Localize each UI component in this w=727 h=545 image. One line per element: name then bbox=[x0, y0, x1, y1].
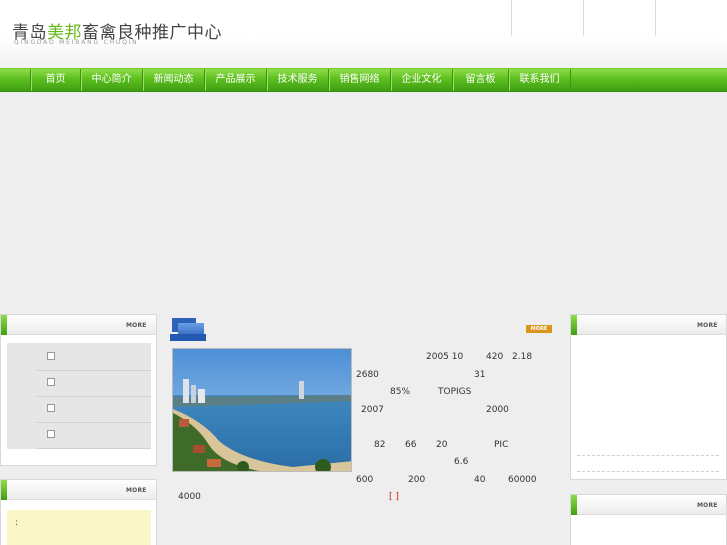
right-panel-bottom: MORE bbox=[570, 494, 727, 545]
intro-text: 6.6 bbox=[454, 457, 469, 467]
coastline-image bbox=[173, 349, 351, 471]
divider bbox=[577, 471, 719, 472]
nav-item-news[interactable]: 新闻动态 bbox=[142, 69, 204, 91]
panel-tab-marker bbox=[571, 315, 577, 335]
list-area bbox=[7, 343, 151, 449]
checkbox[interactable] bbox=[47, 352, 55, 360]
checkbox[interactable] bbox=[47, 404, 55, 412]
checkbox[interactable] bbox=[47, 430, 55, 438]
list-item[interactable] bbox=[37, 345, 151, 371]
more-link[interactable]: MORE bbox=[697, 322, 718, 329]
intro-text: 40 bbox=[474, 475, 486, 485]
intro-text: 20 bbox=[436, 440, 448, 450]
header-divider bbox=[511, 0, 512, 36]
panel-header: MORE bbox=[571, 495, 726, 515]
intro-text: PIC bbox=[494, 440, 509, 450]
panel-tab-marker bbox=[1, 480, 7, 500]
logo-subtitle: QINGDAO MEIBANG CHUQIN bbox=[14, 39, 139, 46]
intro-text: 420 bbox=[486, 352, 504, 362]
nav-divider bbox=[570, 69, 571, 91]
section-icon bbox=[170, 334, 206, 341]
main-nav: 首页 中心简介 新闻动态 产品展示 技术服务 销售网络 企业文化 留言板 联系我… bbox=[0, 68, 727, 92]
panel-header: MORE bbox=[1, 480, 156, 500]
nav-item-culture[interactable]: 企业文化 bbox=[390, 69, 452, 91]
header-divider bbox=[583, 0, 584, 36]
nav-item-contact[interactable]: 联系我们 bbox=[508, 69, 570, 91]
page: 青岛美邦畜禽良种推广中心 QINGDAO MEIBANG CHUQIN 首页 中… bbox=[0, 0, 727, 545]
nav-item-service[interactable]: 技术服务 bbox=[266, 69, 328, 91]
intro-text: 2005 10 bbox=[426, 352, 464, 362]
list-item[interactable] bbox=[37, 371, 151, 397]
intro-text: 31 bbox=[474, 370, 486, 380]
nav-item-about[interactable]: 中心简介 bbox=[80, 69, 142, 91]
more-link[interactable]: MORE bbox=[126, 487, 147, 494]
intro-text: 2000 bbox=[486, 405, 509, 415]
notice-text: : bbox=[15, 518, 19, 528]
intro-text: 60000 bbox=[508, 475, 537, 485]
intro-text: 82 bbox=[374, 440, 386, 450]
notice-box: : bbox=[7, 510, 151, 545]
left-panel-notice: MORE : bbox=[0, 479, 157, 545]
header: 青岛美邦畜禽良种推广中心 QINGDAO MEIBANG CHUQIN bbox=[0, 0, 727, 68]
left-panel-list: MORE bbox=[0, 314, 157, 466]
divider bbox=[577, 455, 719, 456]
right-panel-top: MORE bbox=[570, 314, 727, 480]
intro-text: 85% bbox=[390, 387, 411, 397]
more-link[interactable]: MORE bbox=[697, 502, 718, 509]
checkbox[interactable] bbox=[47, 378, 55, 386]
more-button[interactable]: MORE bbox=[526, 325, 552, 333]
nav-item-home[interactable]: 首页 bbox=[30, 69, 80, 91]
nav-item-guestbook[interactable]: 留言板 bbox=[452, 69, 508, 91]
nav-item-products[interactable]: 产品展示 bbox=[204, 69, 266, 91]
intro-text: 2680 bbox=[356, 370, 379, 380]
panel-tab-marker bbox=[571, 495, 577, 515]
detail-link[interactable]: [ ] bbox=[389, 492, 399, 502]
panel-tab-marker bbox=[1, 315, 7, 335]
header-divider bbox=[655, 0, 656, 36]
nav-item-sales[interactable]: 销售网络 bbox=[328, 69, 390, 91]
coastline-photo bbox=[172, 348, 352, 472]
more-link[interactable]: MORE bbox=[126, 322, 147, 329]
list-item[interactable] bbox=[37, 397, 151, 423]
panel-header: MORE bbox=[571, 315, 726, 335]
intro-text: 200 bbox=[408, 475, 426, 485]
intro-text: TOPIGS bbox=[438, 387, 472, 397]
list-item[interactable] bbox=[37, 423, 151, 449]
intro-text: 66 bbox=[405, 440, 417, 450]
intro-text: 2.18 bbox=[512, 352, 533, 362]
panel-header: MORE bbox=[1, 315, 156, 335]
center-intro-panel: MORE 2005 10 420 2.18 2680 31 85% TOPIGS… bbox=[164, 314, 564, 545]
intro-text: 2007 bbox=[361, 405, 384, 415]
intro-text: 600 bbox=[356, 475, 374, 485]
intro-text: 4000 bbox=[178, 492, 201, 502]
